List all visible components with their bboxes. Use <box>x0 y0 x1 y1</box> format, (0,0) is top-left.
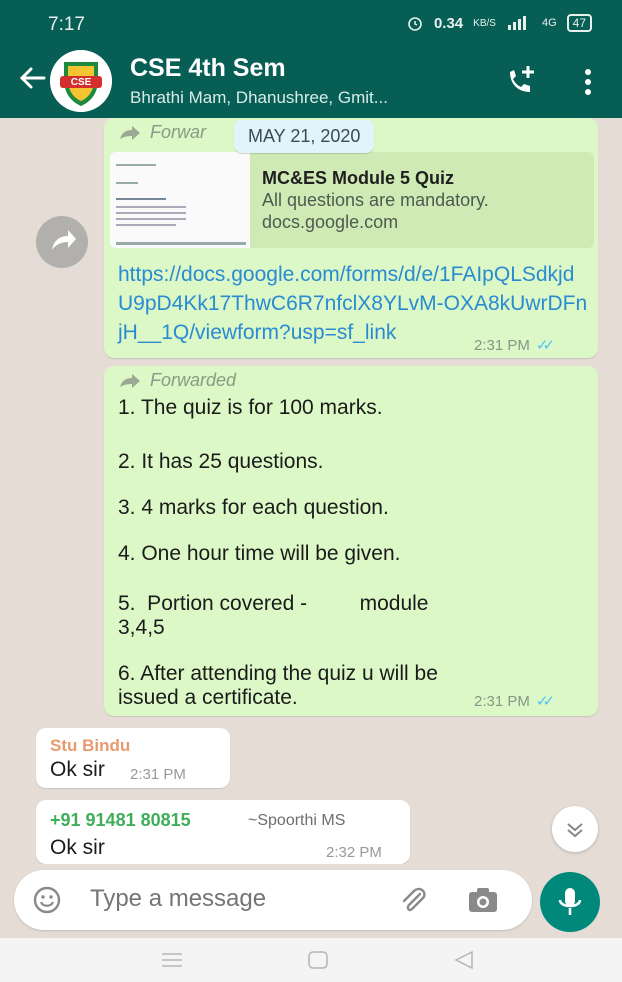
voice-record-button[interactable] <box>540 872 600 932</box>
reply-time: 2:31 PM <box>130 766 186 783</box>
scroll-down-button[interactable] <box>552 806 598 852</box>
home-nav-icon[interactable] <box>306 948 330 972</box>
quiz-line-1: 1. The quiz is for 100 marks. <box>118 396 383 419</box>
message-timestamp: 2:31 PM ✓✓ <box>474 692 555 711</box>
chat-title[interactable]: CSE 4th Sem <box>130 54 286 83</box>
reply-text: Ok sir <box>50 836 105 859</box>
forwarded-icon <box>120 125 140 140</box>
message-timestamp: 2:31 PM ✓✓ <box>474 336 555 355</box>
app-bar: CSE CSE 4th Sem Bhrathi Mam, Dhanushree,… <box>0 44 622 118</box>
link-preview-card[interactable]: MC&ES Module 5 Quiz All questions are ma… <box>110 152 594 248</box>
add-call-icon[interactable] <box>500 62 540 102</box>
preview-site: docs.google.com <box>262 212 399 232</box>
sender-profile-name: ~Spoorthi MS <box>248 812 346 829</box>
date-chip: MAY 21, 2020 <box>234 120 375 153</box>
menu-nav-icon[interactable] <box>160 948 184 972</box>
forwarded-text: Forwar <box>150 122 207 142</box>
quiz-line-6: 3,4,5 <box>118 616 165 639</box>
more-options-icon[interactable] <box>576 62 600 102</box>
forwarded-label: Forwarded <box>118 370 236 391</box>
system-nav-bar <box>0 938 622 982</box>
battery-icon: 47 <box>566 14 592 32</box>
status-time: 7:17 <box>48 14 85 35</box>
read-ticks-icon: ✓✓ <box>535 693 555 710</box>
reply-text: Ok sir <box>50 758 105 781</box>
quiz-line-3: 3. 4 marks for each question. <box>118 496 389 519</box>
message-input[interactable] <box>90 885 390 913</box>
signal-icon <box>507 16 526 30</box>
reply-time: 2:32 PM <box>326 844 382 861</box>
chat-area[interactable]: Forwar MC&ES Module 5 Quiz All questions… <box>0 118 622 864</box>
net-unit: KB/S <box>473 17 496 29</box>
top-bar: 7:17 0.34 KB/S 4G 47 CSE CSE 4th Sem Bhr… <box>0 0 622 118</box>
forward-button[interactable] <box>36 216 88 268</box>
preview-thumbnail <box>110 152 250 248</box>
back-nav-icon[interactable] <box>452 948 476 972</box>
form-link[interactable]: https://docs.google.com/forms/d/e/1FAIpQ… <box>118 260 588 347</box>
reply-bubble-1[interactable]: Stu Bindu Ok sir 2:31 PM <box>36 728 230 788</box>
timestamp-text: 2:31 PM <box>474 336 530 354</box>
forwarded-text: Forwarded <box>150 370 237 390</box>
emoji-icon[interactable] <box>32 885 62 915</box>
preview-description: All questions are mandatory. <box>262 190 489 210</box>
forwarded-icon <box>120 373 140 388</box>
double-chevron-down-icon <box>567 823 583 838</box>
quiz-line-7: 6. After attending the quiz u will be <box>118 662 438 685</box>
avatar-text: CSE <box>71 77 92 88</box>
read-ticks-icon: ✓✓ <box>535 337 555 354</box>
chat-subtitle[interactable]: Bhrathi Mam, Dhanushree, Gmit... <box>130 88 470 108</box>
camera-icon[interactable] <box>466 884 500 916</box>
cse-logo-icon: CSE <box>50 50 112 112</box>
share-arrow-icon <box>52 230 76 250</box>
quiz-line-5: 5. Portion covered - module <box>118 592 429 615</box>
group-avatar[interactable]: CSE <box>50 50 112 112</box>
alarm-icon <box>408 17 422 31</box>
quiz-line-2: 2. It has 25 questions. <box>118 450 324 473</box>
forwarded-label: Forwar <box>118 122 206 143</box>
quiz-line-4: 4. One hour time will be given. <box>118 542 401 565</box>
sender-name[interactable]: Stu Bindu <box>50 736 130 756</box>
message-input-bar <box>14 870 532 930</box>
quiz-line-8: issued a certificate. <box>118 686 298 709</box>
timestamp-text: 2:31 PM <box>474 692 530 710</box>
status-icons: 0.34 KB/S 4G 47 <box>406 14 592 32</box>
attach-icon[interactable] <box>398 884 430 916</box>
back-arrow-icon[interactable] <box>14 60 50 96</box>
quiz-info-bubble[interactable]: Forwarded 1. The quiz is for 100 marks. … <box>104 366 598 716</box>
mic-icon <box>558 888 582 915</box>
preview-title: MC&ES Module 5 Quiz <box>262 168 455 188</box>
sender-phone[interactable]: +91 91481 80815 <box>50 810 191 831</box>
net-speed: 0.34 <box>433 14 464 32</box>
status-bar: 7:17 0.34 KB/S 4G 47 <box>0 0 622 44</box>
form-thumbnail-icon <box>110 152 250 248</box>
network-type: 4G <box>541 17 557 29</box>
link-message-bubble[interactable]: Forwar MC&ES Module 5 Quiz All questions… <box>104 118 598 358</box>
reply-bubble-2[interactable]: +91 91481 80815 ~Spoorthi MS Ok sir 2:32… <box>36 800 410 864</box>
